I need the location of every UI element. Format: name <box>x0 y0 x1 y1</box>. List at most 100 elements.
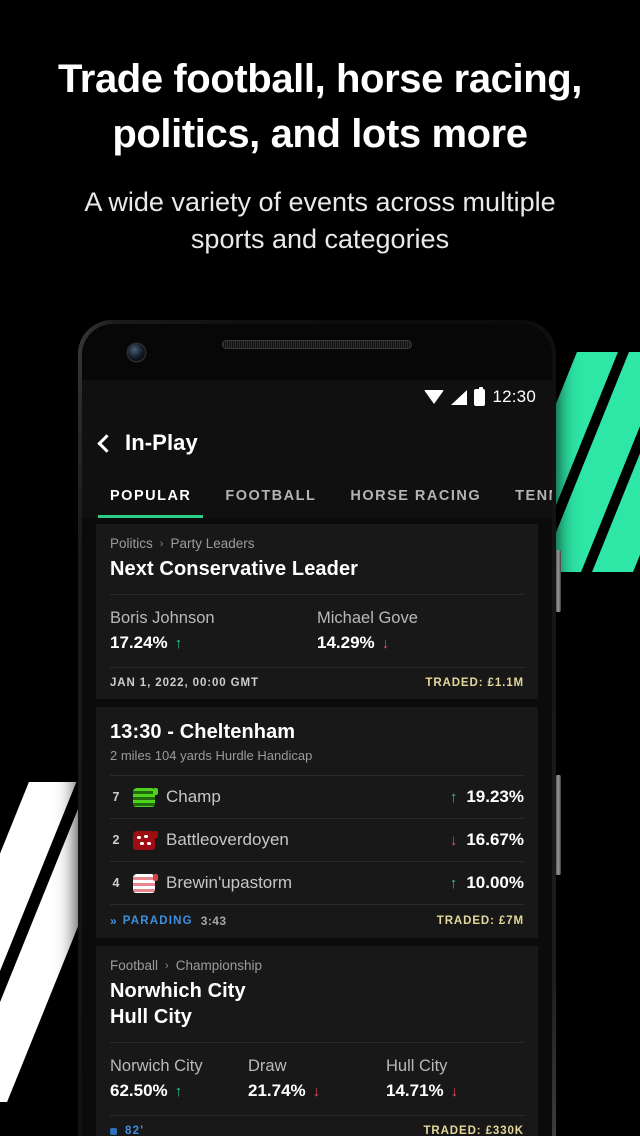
selection-price: 21.74% ↓ <box>248 1081 386 1101</box>
tab-football[interactable]: FOOTBALL <box>225 488 316 518</box>
volume-button[interactable] <box>556 550 561 612</box>
card-footer: » PARADING 3:43 TRADED: £7M <box>96 905 538 938</box>
chevron-left-icon[interactable] <box>97 433 116 453</box>
app-bar: In-Play <box>82 414 552 472</box>
page-title: In-Play <box>125 430 198 455</box>
horse-row[interactable]: 7 Champ ↑ 19.23% <box>96 776 538 818</box>
category-tabs[interactable]: POPULAR FOOTBALL HORSE RACING TENNIS P <box>82 472 552 518</box>
battery-icon <box>474 386 486 406</box>
live-indicator-icon <box>110 1127 117 1135</box>
breadcrumb: Football › Championship <box>110 958 524 973</box>
selection-item[interactable]: Hull City 14.71% ↓ <box>386 1057 524 1101</box>
phone-mockup: 12:30 In-Play POPULAR FOOTBALL HORSE RAC… <box>78 320 561 1136</box>
selection-name: Draw <box>248 1057 287 1075</box>
horse-price: ↑ 10.00% <box>450 873 524 893</box>
promo-screenshot: Trade football, horse racing, politics, … <box>0 0 640 1136</box>
double-chevron-icon: » <box>110 914 117 928</box>
horse-price: ↑ 19.23% <box>450 787 524 807</box>
breadcrumb-primary: Football <box>110 958 159 973</box>
jockey-silk-icon <box>133 787 158 807</box>
match-status: 82' <box>110 1125 144 1136</box>
horse-percent: 10.00% <box>466 873 524 892</box>
phone-bezel <box>82 324 552 380</box>
race-title: 13:30 - Cheltenham <box>110 721 296 743</box>
wifi-icon <box>424 390 445 404</box>
selection-percent: 17.24% <box>110 633 168 652</box>
selection-name: Norwich City <box>110 1057 203 1075</box>
event-start-time: JAN 1, 2022, 00:00 GMT <box>110 677 259 689</box>
selection-name: Hull City <box>386 1057 448 1075</box>
trend-up-icon: ↑ <box>174 1082 183 1100</box>
breadcrumb: Politics › Party Leaders <box>110 536 524 551</box>
selection-item[interactable]: Norwich City 62.50% ↑ <box>110 1057 248 1101</box>
jockey-silk-icon <box>133 830 158 850</box>
race-status-label: PARADING <box>122 915 193 927</box>
selection-price: 14.71% ↓ <box>386 1081 524 1101</box>
jockey-silk-icon <box>133 873 158 893</box>
selection-price: 17.24% ↑ <box>110 633 317 653</box>
horse-name: Champ <box>166 787 221 806</box>
status-bar-clock: 12:30 <box>492 387 536 406</box>
card-footer: 82' TRADED: £330K <box>96 1116 538 1136</box>
horse-number: 4 <box>112 876 120 890</box>
selection-percent: 14.71% <box>386 1081 444 1100</box>
promo-text-block: Trade football, horse racing, politics, … <box>0 52 640 258</box>
card-header: 13:30 - Cheltenham 2 miles 104 yards Hur… <box>96 707 538 775</box>
chevron-right-icon: › <box>159 537 164 550</box>
selection-item[interactable]: Boris Johnson 17.24% ↑ <box>110 609 317 653</box>
event-title: Next Conservative Leader <box>110 558 359 580</box>
selection-row: Boris Johnson 17.24% ↑ Michael Gove 14.2… <box>96 595 538 667</box>
tab-horse-racing[interactable]: HORSE RACING <box>350 488 481 518</box>
earpiece-speaker <box>222 340 412 349</box>
card-header: Politics › Party Leaders Next Conservati… <box>96 524 538 594</box>
trend-down-icon: ↓ <box>449 831 458 849</box>
traded-volume: TRADED: £7M <box>436 915 524 927</box>
selection-price: 62.50% ↑ <box>110 1081 248 1101</box>
trend-down-icon: ↓ <box>381 634 390 652</box>
horse-row[interactable]: 4 Brewin'upastorm ↑ 10.00% <box>96 862 538 904</box>
card-header: Football › Championship Norwhich City Hu… <box>96 946 538 1042</box>
trend-down-icon: ↓ <box>312 1082 321 1100</box>
race-status: » PARADING 3:43 <box>110 914 226 928</box>
home-team-title: Norwhich City <box>110 980 246 1002</box>
horse-number: 2 <box>112 833 120 847</box>
decorative-white-stripes <box>0 782 80 1102</box>
event-card-politics[interactable]: Politics › Party Leaders Next Conservati… <box>96 524 538 699</box>
event-card-football[interactable]: Football › Championship Norwhich City Hu… <box>96 946 538 1136</box>
signal-icon <box>451 389 468 405</box>
breadcrumb-primary: Politics <box>110 536 153 551</box>
breadcrumb-secondary: Party Leaders <box>170 536 255 551</box>
trend-up-icon: ↑ <box>174 634 183 652</box>
event-card-horse-racing[interactable]: 13:30 - Cheltenham 2 miles 104 yards Hur… <box>96 707 538 938</box>
match-minute: 82' <box>125 1125 145 1136</box>
selection-percent: 14.29% <box>317 633 375 652</box>
tab-tennis[interactable]: TENNIS <box>515 488 552 518</box>
chevron-right-icon: › <box>165 959 169 972</box>
selection-price: 14.29% ↓ <box>317 633 524 653</box>
promo-subhead: A wide variety of events across multiple… <box>84 187 556 254</box>
selection-percent: 21.74% <box>248 1081 306 1100</box>
horse-percent: 19.23% <box>466 787 524 806</box>
horse-percent: 16.67% <box>466 830 524 849</box>
traded-volume: TRADED: £1.1M <box>425 677 524 689</box>
horse-name: Battleoverdoyen <box>166 830 289 849</box>
away-team-title: Hull City <box>110 1006 193 1028</box>
app-screen: 12:30 In-Play POPULAR FOOTBALL HORSE RAC… <box>82 380 552 1136</box>
tab-popular[interactable]: POPULAR <box>97 488 204 518</box>
selection-row: Norwich City 62.50% ↑ Draw 21.74% ↓ Hull… <box>96 1043 538 1115</box>
selection-item[interactable]: Michael Gove 14.29% ↓ <box>317 609 524 653</box>
selection-item[interactable]: Draw 21.74% ↓ <box>248 1057 386 1101</box>
horse-price: ↓ 16.67% <box>450 830 524 850</box>
event-feed: Politics › Party Leaders Next Conservati… <box>82 518 552 1136</box>
power-button[interactable] <box>556 775 561 875</box>
trend-up-icon: ↑ <box>449 788 458 806</box>
status-bar: 12:30 <box>82 380 552 414</box>
card-footer: JAN 1, 2022, 00:00 GMT TRADED: £1.1M <box>96 668 538 699</box>
phone-body: 12:30 In-Play POPULAR FOOTBALL HORSE RAC… <box>82 324 552 1136</box>
selection-name: Michael Gove <box>317 609 418 627</box>
race-subtitle: 2 miles 104 yards Hurdle Handicap <box>110 748 313 763</box>
trend-up-icon: ↑ <box>449 874 458 892</box>
horse-row[interactable]: 2 Battleoverdoyen ↓ 16.67% <box>96 819 538 861</box>
trend-down-icon: ↓ <box>450 1082 459 1100</box>
race-countdown: 3:43 <box>200 914 227 928</box>
